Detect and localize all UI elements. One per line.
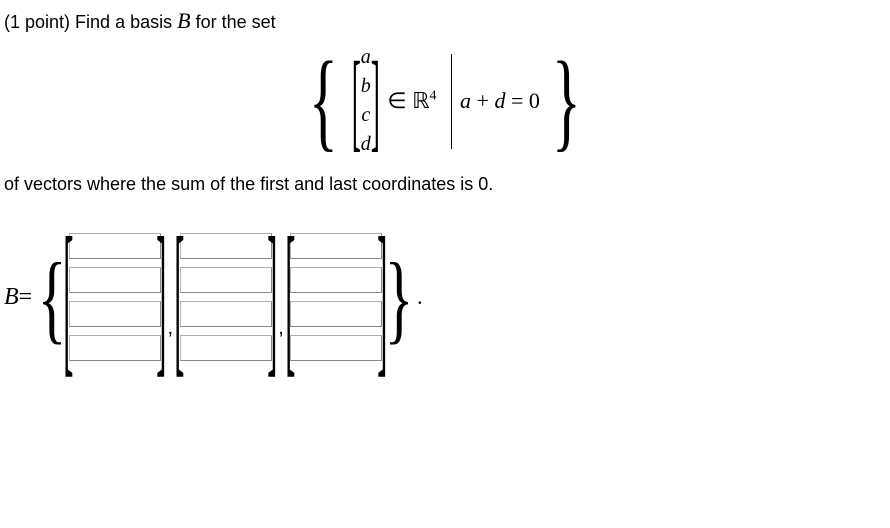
cond-a: a [460, 88, 471, 113]
cond-plus: + [471, 88, 494, 113]
column-vector: [ a b c d ] [352, 46, 379, 156]
basis-symbol: B [177, 8, 190, 33]
vec-comp-b: b [361, 75, 371, 98]
basis-v1-c4[interactable] [69, 335, 161, 361]
condition: a + d = 0 [460, 88, 540, 114]
vec-comp-a: a [361, 46, 371, 69]
basis-v2-c4[interactable] [180, 335, 272, 361]
vec-comp-d: d [361, 133, 371, 156]
basis-v3-c1[interactable] [290, 233, 382, 259]
cond-rhs: 0 [529, 88, 540, 113]
basis-v1-c3[interactable] [69, 301, 161, 327]
problem-statement-line1: (1 point) Find a basis B for the set [4, 8, 886, 34]
equals-sign: = [19, 284, 33, 311]
basis-v2-c1[interactable] [180, 233, 272, 259]
left-bracket: [ [174, 225, 184, 370]
points-label: (1 point) [4, 12, 75, 32]
cond-d: d [494, 88, 505, 113]
space-exponent: 4 [430, 89, 437, 104]
right-bracket: ] [371, 50, 380, 151]
left-curly-brace: { [309, 54, 338, 148]
membership: ∈ ℝ4 [387, 88, 436, 114]
period: . [417, 284, 423, 310]
problem-statement-line2: of vectors where the sum of the first an… [4, 174, 886, 195]
answer-row: B = { [ ] , [ ] , [ [4, 225, 886, 370]
instruction-after: for the set [196, 12, 276, 32]
left-bracket: [ [285, 225, 295, 370]
basis-vector-1: [ ] [68, 225, 161, 370]
basis-v2-c2[interactable] [180, 267, 272, 293]
element-of-symbol: ∈ [387, 88, 406, 113]
cond-eq: = [505, 88, 528, 113]
basis-v1-c2[interactable] [69, 267, 161, 293]
comma-2: , [278, 317, 284, 340]
answer-B-symbol: B [4, 284, 19, 311]
right-bracket: ] [156, 225, 166, 370]
left-bracket: [ [352, 50, 361, 151]
comma-1: , [167, 317, 173, 340]
left-bracket: [ [63, 225, 73, 370]
basis-v1-c1[interactable] [69, 233, 161, 259]
set-definition: { [ a b c d ] ∈ ℝ4 a + d = 0 } [4, 46, 886, 156]
instruction-before: Find a basis [75, 12, 177, 32]
basis-v3-c3[interactable] [290, 301, 382, 327]
basis-v2-c3[interactable] [180, 301, 272, 327]
right-bracket: ] [267, 225, 277, 370]
basis-v3-c4[interactable] [290, 335, 382, 361]
vec-comp-c: c [361, 104, 370, 127]
real-space-symbol: ℝ [412, 88, 429, 113]
right-curly-brace: } [552, 54, 581, 148]
basis-v3-c2[interactable] [290, 267, 382, 293]
basis-vector-3: [ ] [290, 225, 383, 370]
basis-vector-2: [ ] [179, 225, 272, 370]
answer-right-curly: } [385, 255, 414, 340]
such-that-bar [451, 54, 453, 149]
